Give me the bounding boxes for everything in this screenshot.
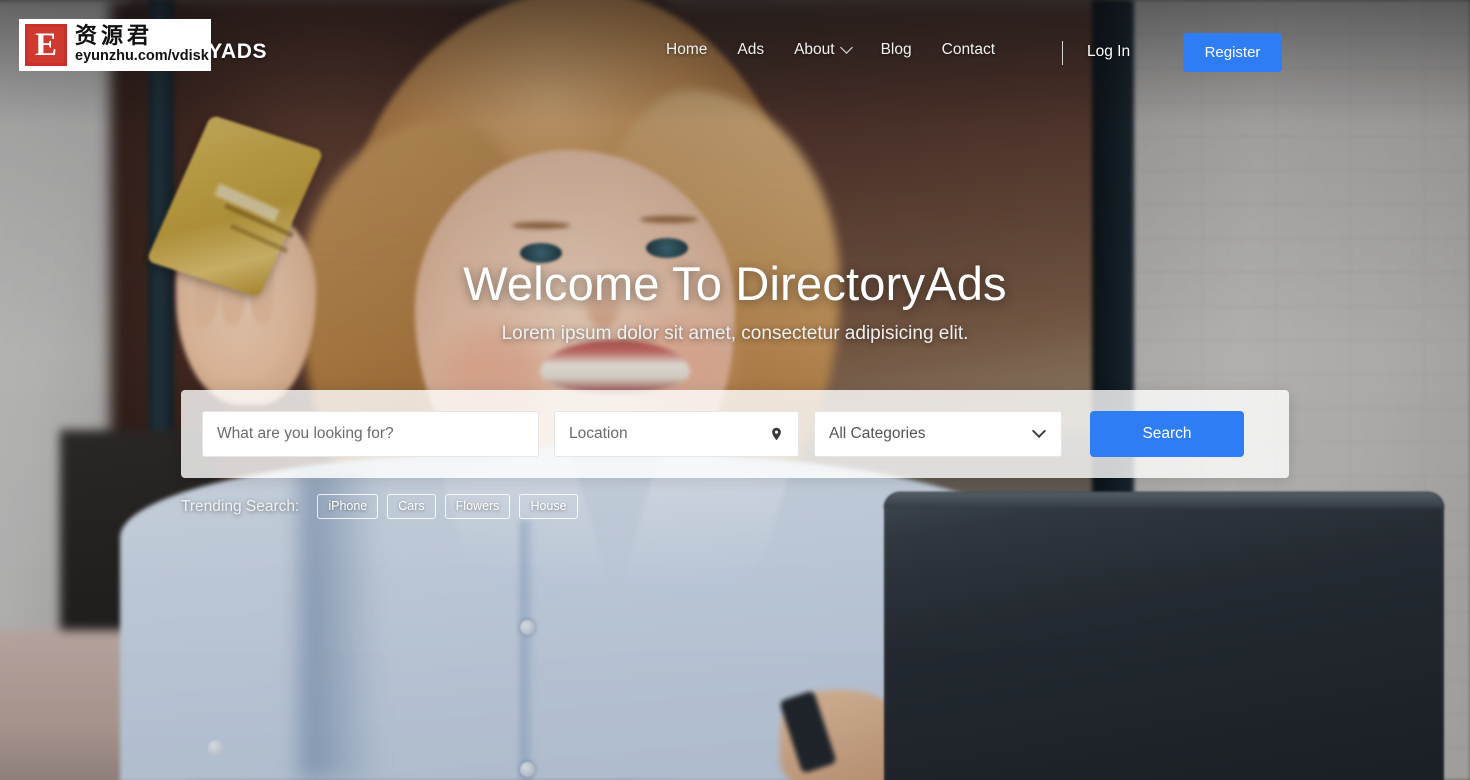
nav-item-contact[interactable]: Contact (942, 41, 995, 59)
nav-item-ads[interactable]: Ads (737, 41, 764, 59)
hero-page: DIRECTORYADS Home Ads About Blog Contact… (0, 0, 1470, 780)
trending-search: Trending Search: iPhone Cars Flowers Hou… (181, 494, 578, 519)
watermark-url: eyunzhu.com/vdisk (75, 48, 209, 65)
nav-item-blog[interactable]: Blog (881, 41, 912, 59)
watermark-chinese-name: 资源君 (75, 24, 154, 50)
map-pin-icon (769, 427, 784, 442)
main-navigation: Home Ads About Blog Contact (666, 40, 995, 59)
page-subtitle: Lorem ipsum dolor sit amet, consectetur … (501, 323, 969, 344)
location-input[interactable] (569, 412, 784, 456)
nav-item-ads-label: Ads (737, 41, 765, 58)
nav-item-contact-label: Contact (941, 41, 996, 58)
nav-item-about-label: About (794, 41, 835, 58)
search-input[interactable] (217, 412, 524, 456)
header-divider (1062, 41, 1063, 65)
category-select-value: All Categories (829, 425, 926, 442)
site-header: DIRECTORYADS Home Ads About Blog Contact… (0, 0, 1470, 105)
watermark-overlay: E 资源君 eyunzhu.com/vdisk (19, 19, 211, 71)
register-button[interactable]: Register (1183, 33, 1282, 72)
trending-search-label: Trending Search: (181, 497, 300, 515)
nav-item-home-label: Home (666, 41, 708, 58)
category-select[interactable]: All Categories (814, 411, 1062, 457)
keyword-field-wrapper (202, 411, 539, 457)
nav-item-about[interactable]: About (794, 40, 853, 59)
nav-item-home[interactable]: Home (666, 41, 707, 59)
trending-tag-cars[interactable]: Cars (387, 494, 436, 519)
watermark-letter: E (34, 26, 57, 63)
login-link[interactable]: Log In (1087, 43, 1130, 61)
watermark-text-block: 资源君 eyunzhu.com/vdisk (75, 25, 209, 64)
trending-tag-flowers[interactable]: Flowers (444, 494, 511, 519)
trending-tag-house[interactable]: House (519, 494, 578, 519)
search-button[interactable]: Search (1090, 411, 1244, 457)
nav-item-blog-label: Blog (880, 41, 912, 58)
search-panel: All Categories Search (181, 390, 1289, 478)
location-field-wrapper (554, 411, 799, 457)
trending-tag-iphone[interactable]: iPhone (317, 494, 379, 519)
chevron-down-icon (839, 40, 853, 54)
page-title: Welcome To DirectoryAds (463, 257, 1007, 310)
watermark-logo-icon: E (25, 24, 67, 66)
chevron-down-icon (1031, 423, 1047, 439)
